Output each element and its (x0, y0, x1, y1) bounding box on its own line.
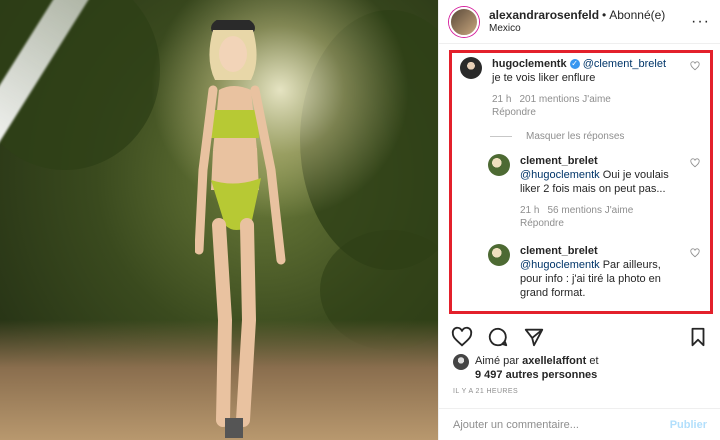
publish-button[interactable]: Publier (670, 419, 707, 431)
follow-status[interactable]: Abonné(e) (609, 8, 665, 22)
replier-avatar[interactable] (488, 154, 510, 176)
share-icon[interactable] (523, 326, 545, 348)
reply-meta: 21 h 56 mentions J'aime Répondre (520, 204, 670, 230)
reply-username[interactable]: clement_brelet (520, 155, 598, 167)
reply-comment: clement_brelet @hugoclementk Oui je voul… (488, 154, 702, 230)
reply-likes[interactable]: 56 mentions J'aime (547, 205, 633, 216)
author-info: alexandrarosenfeld • Abonné(e) Mexico (489, 8, 665, 36)
more-options-icon[interactable]: ··· (691, 13, 710, 31)
comment-time[interactable]: 21 h (492, 94, 511, 105)
likes-text: Aimé par axellelaffont et 9 497 autres p… (475, 354, 599, 382)
add-comment-bar: Publier (439, 408, 720, 440)
reply-body: clement_brelet @hugoclementk Par ailleur… (520, 244, 670, 300)
likes-others-count[interactable]: 9 497 autres personnes (475, 369, 597, 381)
author-avatar[interactable] (449, 6, 479, 37)
hide-replies-label: Masquer les réponses (526, 131, 625, 142)
post-location[interactable]: Mexico (489, 22, 665, 36)
author-username[interactable]: alexandrarosenfeld (489, 8, 599, 22)
likes-and: et (589, 355, 599, 367)
post-actions (439, 320, 720, 354)
post-photo[interactable] (0, 0, 438, 440)
reply-button[interactable]: Répondre (520, 218, 564, 229)
first-liker-username[interactable]: axellelaffont (522, 355, 586, 367)
post-header: alexandrarosenfeld • Abonné(e) Mexico ··· (439, 0, 720, 44)
like-heart-icon[interactable] (451, 326, 473, 348)
reply-like-heart-icon[interactable] (690, 248, 700, 258)
replier-avatar[interactable] (488, 244, 510, 266)
hide-replies-button[interactable]: Masquer les réponses (490, 131, 702, 142)
comment-input[interactable] (453, 418, 670, 431)
reply-body: clement_brelet @hugoclementk Oui je voul… (520, 154, 670, 230)
comment-bubble-icon[interactable] (487, 326, 509, 348)
reply-button[interactable]: Répondre (492, 107, 536, 118)
post-sidebar: alexandrarosenfeld • Abonné(e) Mexico ··· … (438, 0, 720, 440)
comment-text: je te vois liker enflure (492, 72, 596, 84)
liker-avatar[interactable] (453, 354, 469, 370)
post-timestamp[interactable]: IL Y A 21 HEURES (453, 388, 518, 395)
likes-prefix: Aimé par (475, 355, 520, 367)
header-separator: • (602, 7, 607, 22)
person-figure (195, 20, 286, 438)
hide-replies-line (490, 136, 512, 137)
comment-meta: 21 h 201 mentions J'aime Répondre (492, 93, 667, 119)
reply-comment: clement_brelet @hugoclementk Par ailleur… (488, 244, 702, 300)
reply-mention[interactable]: @hugoclementk (520, 259, 600, 271)
reply-username[interactable]: clement_brelet (520, 245, 598, 257)
bookmark-icon[interactable] (687, 326, 709, 348)
comment: hugoclementk ✓ @clement_brelet je te voi… (460, 57, 702, 119)
comment-likes[interactable]: 201 mentions J'aime (519, 94, 610, 105)
commenter-avatar[interactable] (460, 57, 482, 79)
comment-like-heart-icon[interactable] (690, 61, 700, 71)
verified-badge-icon: ✓ (569, 59, 580, 70)
reply-time[interactable]: 21 h (520, 205, 539, 216)
comment-username[interactable]: hugoclementk (492, 58, 567, 70)
highlighted-comment-thread: hugoclementk ✓ @clement_brelet je te voi… (449, 50, 713, 314)
reply-mention[interactable]: @hugoclementk (520, 169, 600, 181)
comment-mention[interactable]: @clement_brelet (583, 58, 666, 70)
comment-body: hugoclementk ✓ @clement_brelet je te voi… (492, 57, 667, 119)
likes-summary: Aimé par axellelaffont et 9 497 autres p… (453, 354, 599, 382)
reply-like-heart-icon[interactable] (690, 158, 700, 168)
